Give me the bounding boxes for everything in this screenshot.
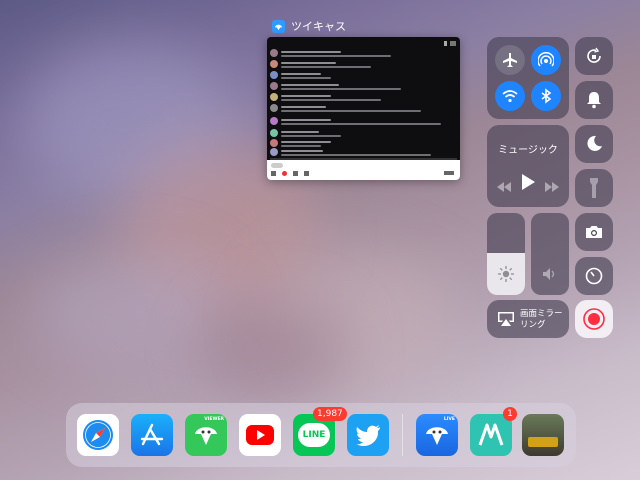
- airdrop-toggle[interactable]: [531, 45, 561, 75]
- comment-row: [270, 104, 421, 112]
- do-not-disturb-button[interactable]: [575, 125, 613, 163]
- connectivity-panel: [487, 37, 569, 119]
- dock-app-youtube[interactable]: [239, 414, 281, 456]
- rotation-lock-icon: [587, 47, 601, 63]
- input-field: [271, 163, 283, 168]
- flashlight-button[interactable]: [575, 169, 613, 207]
- dock-app-safari[interactable]: [77, 414, 119, 456]
- airdrop-icon: [538, 52, 554, 67]
- dock-app-twitcasting-viewer[interactable]: VIEWER: [185, 414, 227, 456]
- play-icon[interactable]: [521, 174, 535, 194]
- avatar: [270, 49, 278, 57]
- avatar: [270, 148, 278, 156]
- timer-icon: [585, 267, 603, 285]
- next-track-icon[interactable]: [545, 177, 559, 196]
- youtube-icon: [246, 425, 274, 445]
- live-label: LIVE: [443, 417, 455, 422]
- share-icon: [304, 171, 309, 176]
- screen-mirroring-button[interactable]: 画面ミラー リング: [487, 300, 569, 338]
- snapshot-input-bar: [267, 160, 460, 180]
- line-icon: LINE: [298, 423, 330, 447]
- comment-row: [270, 117, 441, 125]
- dock-divider: [402, 414, 403, 456]
- airplane-mode-toggle[interactable]: [495, 45, 525, 75]
- timer-button[interactable]: [575, 257, 613, 295]
- moon-icon: [587, 135, 602, 151]
- mute-button[interactable]: [575, 81, 613, 119]
- avatar: [270, 71, 278, 79]
- screen-mirroring-label: 画面ミラー リング: [520, 309, 563, 330]
- mirrativ-icon: [478, 423, 504, 446]
- screen-recording-button[interactable]: [575, 300, 613, 338]
- line-badge: 1,987: [313, 407, 347, 421]
- comment-row: [270, 139, 331, 147]
- bluetooth-toggle[interactable]: [531, 81, 561, 111]
- flashlight-icon: [590, 178, 598, 198]
- avatar: [270, 104, 278, 112]
- menu-icon: [444, 171, 454, 175]
- snapshot-top-icons: [444, 41, 456, 46]
- speaker-icon: [543, 268, 555, 280]
- viewer-label: VIEWER: [204, 417, 224, 422]
- pubg-logo: [528, 437, 558, 447]
- comment-row: [270, 129, 341, 137]
- input-toolbar: [271, 171, 309, 176]
- twitcasting-app-icon: [272, 19, 285, 33]
- wifi-icon: [502, 90, 518, 103]
- bluetooth-icon: [541, 88, 552, 104]
- volume-slider[interactable]: [531, 213, 569, 295]
- safari-icon: [83, 420, 113, 450]
- camera-icon: [586, 226, 602, 238]
- mirrativ-badge: 1: [503, 407, 517, 421]
- avatar: [270, 117, 278, 125]
- dock-app-pubg[interactable]: [522, 414, 564, 456]
- dock-app-twitter[interactable]: [347, 414, 389, 456]
- camera-icon: [450, 41, 456, 46]
- bell-icon: [587, 92, 601, 109]
- heart-icon: [282, 171, 287, 176]
- twitcasting-app-snapshot[interactable]: [267, 37, 460, 180]
- dock-app-app-store[interactable]: [131, 414, 173, 456]
- music-panel[interactable]: ミュージック: [487, 125, 569, 207]
- comment-row: [270, 148, 431, 156]
- keyboard-icon: [271, 171, 276, 176]
- previous-track-icon[interactable]: [497, 177, 511, 196]
- comment-row: [270, 71, 331, 79]
- bird-icon: [195, 427, 217, 445]
- airplane-icon: [503, 53, 517, 67]
- info-icon: [444, 41, 447, 46]
- record-icon: [583, 308, 605, 330]
- app-store-icon: [140, 423, 164, 446]
- comment-row: [270, 82, 401, 90]
- twitter-bird-icon: [356, 425, 380, 446]
- app-card-header[interactable]: ツイキャス: [272, 18, 346, 34]
- wifi-toggle[interactable]: [495, 81, 525, 111]
- bird-icon: [426, 427, 448, 445]
- comment-row: [270, 49, 391, 57]
- avatar: [270, 82, 278, 90]
- music-title: ミュージック: [498, 145, 558, 156]
- airplay-icon: [498, 312, 514, 326]
- dock-app-mirrativ[interactable]: [470, 414, 512, 456]
- brightness-slider[interactable]: [487, 213, 525, 295]
- avatar: [270, 93, 278, 101]
- avatar: [270, 139, 278, 147]
- comment-row: [270, 60, 371, 68]
- comment-row: [270, 93, 381, 101]
- rotation-lock-button[interactable]: [575, 37, 613, 75]
- gift-icon: [293, 171, 298, 176]
- sun-icon: [498, 266, 514, 282]
- dock-app-twitcasting-live[interactable]: LIVE: [416, 414, 458, 456]
- avatar: [270, 129, 278, 137]
- camera-button[interactable]: [575, 213, 613, 251]
- wallpaper-blur: [200, 300, 350, 400]
- app-card-title: ツイキャス: [291, 20, 346, 33]
- avatar: [270, 60, 278, 68]
